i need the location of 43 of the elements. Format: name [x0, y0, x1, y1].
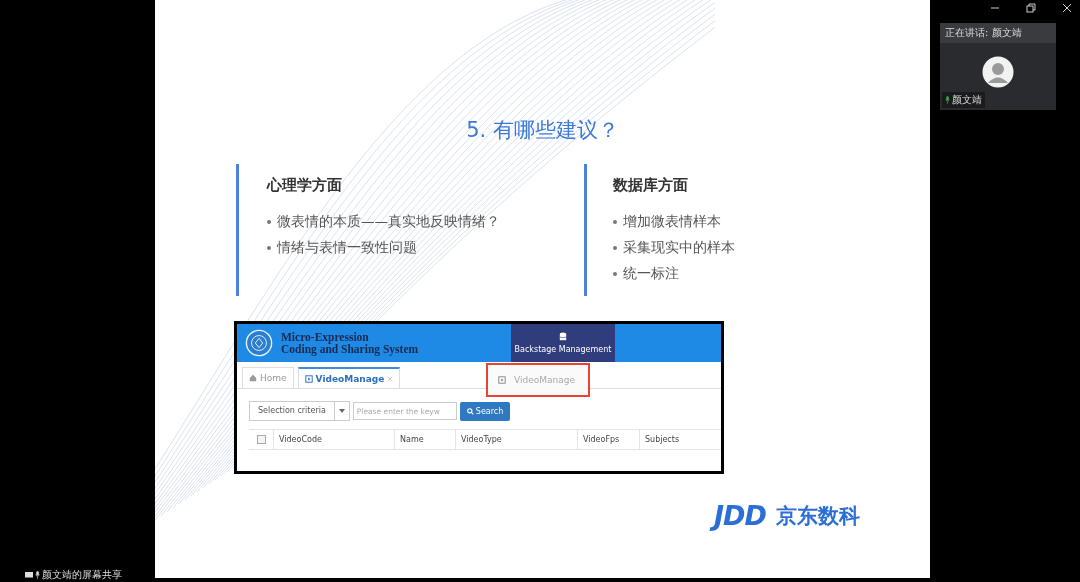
speaking-label: 正在讲话: 颜文靖 [945, 26, 1022, 40]
bullet-icon [613, 246, 617, 250]
tab[interactable]: VideoManage [297, 367, 401, 388]
bullet-icon [613, 220, 617, 224]
avatar-icon [982, 56, 1014, 88]
play-square-icon [304, 374, 313, 383]
database-icon [559, 332, 567, 342]
criteria-select[interactable]: Selection criteria [249, 401, 335, 421]
select-all-checkbox[interactable] [256, 435, 266, 444]
column-heading: 心理学方面 [267, 176, 343, 195]
close-icon[interactable] [1062, 3, 1072, 13]
home-icon [249, 374, 257, 382]
caret-icon [338, 409, 345, 413]
search-button[interactable]: Search [459, 401, 511, 421]
screen-icon [25, 571, 33, 579]
play-square-icon [498, 376, 506, 384]
column-header[interactable]: VideoCode [274, 430, 395, 449]
bullet-icon [267, 246, 271, 250]
search-icon [466, 407, 474, 415]
bullet-icon [613, 272, 617, 276]
logo-text: 京东数科 [775, 503, 860, 530]
column-heading: 数据库方面 [613, 176, 689, 195]
system-title: Micro-Expression [281, 331, 369, 343]
column-header[interactable]: Name [395, 430, 456, 449]
bullet-item: 采集现实中的样本 [623, 239, 735, 257]
microphone-icon [35, 571, 40, 579]
column-header[interactable]: VideoType [456, 430, 578, 449]
bullet-icon [267, 220, 271, 224]
participant-name: 颜文靖 [952, 93, 982, 107]
column-header[interactable]: Subjects [640, 430, 715, 449]
emblem-icon [245, 329, 273, 357]
microphone-icon [945, 96, 950, 104]
dropdown-button[interactable] [333, 401, 350, 421]
bullet-item: 情绪与表情一致性问题 [277, 239, 417, 257]
bullet-item: 增加微表情样本 [623, 213, 721, 231]
bullet-item: 微表情的本质——真实地反映情绪？ [277, 213, 500, 231]
slide-title: 5. 有哪些建议？ [465, 117, 620, 144]
system-title: Coding and Sharing System [281, 343, 420, 355]
share-label: 颜文靖的屏幕共享 [42, 568, 122, 582]
column-header[interactable]: VideoFps [578, 430, 640, 449]
restore-icon[interactable] [1026, 3, 1036, 13]
nav-tab[interactable]: Backstage Management [511, 324, 615, 362]
bullet-item: 统一标注 [623, 265, 679, 283]
